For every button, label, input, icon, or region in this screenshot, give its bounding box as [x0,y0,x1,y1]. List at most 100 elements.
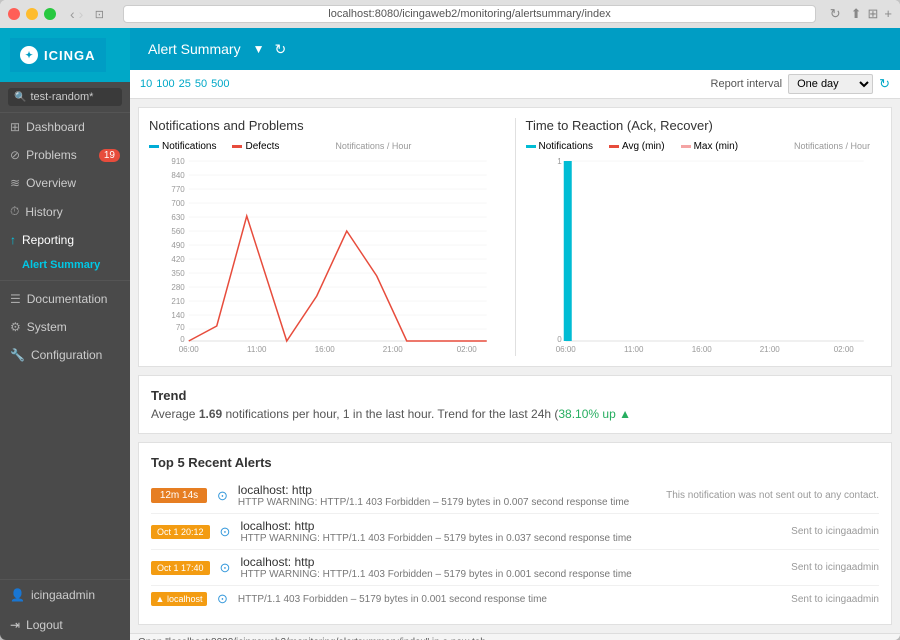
sidebar-user[interactable]: 👤 icingaadmin [0,580,130,610]
logo-icon: ✦ [20,46,38,64]
svg-text:70: 70 [176,323,185,332]
alert-icon-3: ⊙ [217,591,228,607]
forward-button[interactable]: › [79,6,84,22]
sidebar-item-overview[interactable]: ≋ Overview [0,169,130,197]
user-icon: 👤 [10,588,25,602]
alert-detail-3: HTTP/1.1 403 Forbidden – 5179 bytes in 0… [238,594,781,605]
sidebar-item-label-documentation: Documentation [27,292,108,306]
chart-left-svg: 910 840 770 700 630 560 490 420 350 280 … [149,156,505,356]
search-text[interactable]: test-random* [30,91,93,103]
url-bar[interactable]: localhost:8080/icingaweb2/monitoring/ale… [123,5,815,23]
max-dot [681,145,691,148]
alert-icon-0: ⊙ [217,488,228,504]
alert-content-3: HTTP/1.1 403 Forbidden – 5179 bytes in 0… [238,594,781,605]
alert-time-2: Oct 1 17:40 [151,561,210,575]
logo: ✦ ICINGA [0,28,130,82]
limit-25[interactable]: 25 [179,78,191,90]
report-interval-label: Report interval [711,78,783,90]
alert-content-1: localhost: http HTTP WARNING: HTTP/1.1 4… [240,519,781,544]
dropdown-icon[interactable]: ▼ [249,42,269,56]
svg-text:0: 0 [180,335,185,344]
add-tab-icon[interactable]: ⊞ [868,6,879,22]
titlebar: ‹ › ⊡ localhost:8080/icingaweb2/monitori… [0,0,900,28]
sidebar-section-bottom: ☰ Documentation ⚙ System 🔧 Configuration [0,280,130,369]
limit-10[interactable]: 10 [140,78,152,90]
sidebar-item-configuration[interactable]: 🔧 Configuration [0,341,130,369]
chart-notifications-title: Notifications and Problems [149,118,505,133]
alert-time-0: 12m 14s [151,488,207,503]
configuration-icon: 🔧 [10,348,25,362]
chart-left-container: 910 840 770 700 630 560 490 420 350 280 … [149,156,505,356]
share-icon[interactable]: ⬆ [851,6,862,22]
alert-sent-1: Sent to icingaadmin [791,526,879,537]
chart-divider [515,118,516,356]
sidebar-search[interactable]: 🔍 test-random* [0,82,130,113]
alert-icon-2: ⊙ [220,560,231,576]
refresh-interval-icon[interactable]: ↻ [879,76,890,92]
sidebar-item-label-history: History [25,205,62,219]
problems-icon: ⊘ [10,148,20,162]
avg-dot [609,145,619,148]
sidebar-item-alert-summary[interactable]: Alert Summary [0,254,130,276]
close-button[interactable] [8,8,20,20]
svg-text:910: 910 [171,157,185,166]
svg-text:02:00: 02:00 [833,345,854,354]
chart-reaction-title: Time to Reaction (Ack, Recover) [526,118,882,133]
svg-text:11:00: 11:00 [624,345,644,354]
notifications-dot [149,145,159,148]
sidebar-item-dashboard[interactable]: ⊞ Dashboard [0,113,130,141]
notifications-dot-r [526,145,536,148]
sidebar-item-history[interactable]: ⏱ History [0,197,130,226]
new-tab-icon[interactable]: + [884,6,892,22]
svg-text:350: 350 [171,269,185,278]
svg-text:06:00: 06:00 [179,345,200,354]
alert-host-2[interactable]: localhost: http [240,555,781,569]
sidebar-logout[interactable]: ⇥ Logout [0,610,130,640]
limit-100[interactable]: 100 [156,78,174,90]
svg-text:280: 280 [171,283,185,292]
back-button[interactable]: ‹ [70,6,75,22]
sidebar-item-label-configuration: Configuration [31,348,102,362]
alert-host-1[interactable]: localhost: http [240,519,781,533]
chart-reaction-legend: Notifications Avg (min) Max (min) Notifi… [526,141,882,152]
trend-title: Trend [151,388,879,403]
main-content: Alert Summary ▼ ↻ 10 100 25 50 500 Repor… [130,28,900,640]
sidebar-item-system[interactable]: ⚙ System [0,313,130,341]
limit-50[interactable]: 50 [195,78,207,90]
maximize-button[interactable] [44,8,56,20]
minimize-button[interactable] [26,8,38,20]
charts-area: Notifications and Problems Notifications… [138,107,892,367]
overview-icon: ≋ [10,176,20,190]
history-icon: ⏱ [10,204,19,219]
chart-right-svg: 1 0 06:00 11:00 16:00 21:00 [526,156,882,356]
limit-500[interactable]: 500 [211,78,229,90]
alert-content-2: localhost: http HTTP WARNING: HTTP/1.1 4… [240,555,781,580]
alert-row-3: ▲ localhost ⊙ HTTP/1.1 403 Forbidden – 5… [151,586,879,612]
alert-host-0[interactable]: localhost: http [238,483,656,497]
svg-text:06:00: 06:00 [555,345,576,354]
dashboard-icon: ⊞ [10,120,20,134]
logo-text: ICINGA [44,48,96,63]
sidebar-item-documentation[interactable]: ☰ Documentation [0,285,130,313]
alert-icon-1: ⊙ [220,524,231,540]
svg-text:700: 700 [171,199,185,208]
alert-time-1: Oct 1 20:12 [151,525,210,539]
sidebar-item-reporting[interactable]: ↑ Reporting [0,226,130,254]
sidebar-footer: 👤 icingaadmin ⇥ Logout [0,579,130,640]
reporting-icon: ↑ [10,233,16,247]
nav-buttons: ‹ › [70,6,83,22]
refresh-icon[interactable]: ↻ [274,41,286,58]
chart-notifications: Notifications and Problems Notifications… [149,118,505,356]
legend-max: Max (min) [681,141,738,152]
sidebar-item-label-dashboard: Dashboard [26,120,85,134]
sidebar-item-problems[interactable]: ⊘ Problems 19 [0,141,130,169]
report-interval: Report interval One day One week One mon… [711,74,890,94]
alert-sent-2: Sent to icingaadmin [791,562,879,573]
trend-avg-value: 1.69 [199,407,222,421]
trend-value: 38.10% up [558,407,615,421]
page-icon: ⊡ [89,8,109,21]
reload-icon[interactable]: ↻ [830,6,841,22]
alert-summary-label: Alert Summary [22,259,100,271]
report-interval-select[interactable]: One day One week One month [788,74,873,94]
svg-text:16:00: 16:00 [315,345,336,354]
